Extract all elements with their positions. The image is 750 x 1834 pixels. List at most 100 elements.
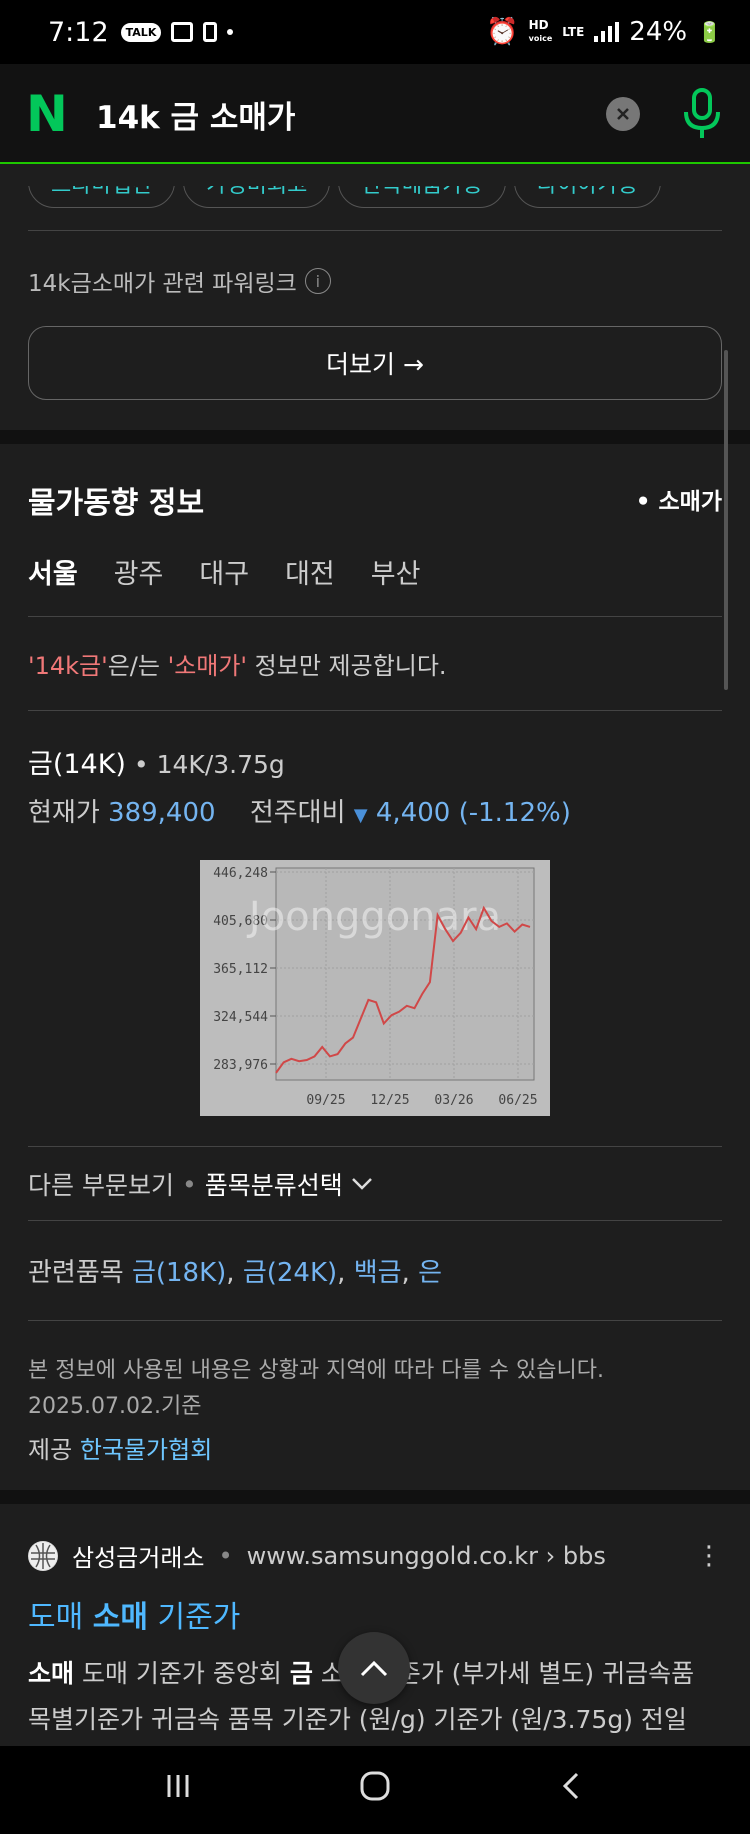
y-tick-label: 365,112 bbox=[213, 962, 268, 977]
related-items: 관련품목 금(18K), 금(24K), 백금, 은 bbox=[28, 1258, 442, 1288]
tab-seoul[interactable]: 서울 bbox=[28, 552, 78, 591]
provider-label: 제공 bbox=[28, 1436, 73, 1464]
category-select[interactable]: 품목분류선택 bbox=[205, 1166, 343, 1202]
close-icon bbox=[617, 108, 629, 120]
watermark: Joonggonara bbox=[246, 894, 501, 940]
keyword-chips: 드라마협찬 가성비최고 안쪽메뚬가능 다이아가능 bbox=[28, 186, 662, 208]
section-separator bbox=[0, 430, 750, 444]
snippet-bold: 금 bbox=[289, 1659, 313, 1688]
related-item-link[interactable]: 백금 bbox=[354, 1258, 402, 1288]
naver-logo[interactable]: N bbox=[26, 85, 74, 143]
download-icon bbox=[203, 22, 218, 42]
title-part: 소매 bbox=[92, 1600, 148, 1635]
y-tick-label: 324,544 bbox=[213, 1010, 268, 1025]
date-label: 2025.07.02.기준 bbox=[28, 1394, 202, 1419]
divider bbox=[28, 1220, 722, 1221]
recents-icon bbox=[167, 1775, 189, 1797]
notice-item: '14k금' bbox=[28, 652, 108, 680]
scrollbar[interactable] bbox=[724, 350, 728, 690]
gallery-icon bbox=[171, 22, 194, 42]
notice-text: 은/는 bbox=[107, 652, 168, 680]
x-tick-label: 03/26 bbox=[434, 1093, 473, 1108]
price-chart: 446,248 405,680 365,112 324,544 283,976 09/25… bbox=[200, 860, 550, 1116]
powerlink-label: 14k금소매가 관련 파워링크 i bbox=[28, 264, 331, 298]
price-type-label[interactable]: • 소매가 bbox=[636, 482, 722, 516]
tab-daegu[interactable]: 대구 bbox=[199, 552, 249, 591]
site-url: www.samsunggold.co.kr › bbs bbox=[246, 1541, 606, 1570]
other-view-label: 다른 부문보기 bbox=[28, 1171, 174, 1200]
result-source[interactable]: 삼성금거래소 • www.samsunggold.co.kr › bbs ⋮ bbox=[28, 1538, 722, 1573]
provider-line: 제공 한국물가협회 bbox=[28, 1430, 212, 1465]
site-name: 삼성금거래소 bbox=[72, 1544, 205, 1572]
alarm-icon: ⏰ bbox=[486, 17, 519, 47]
tab-gwangju[interactable]: 광주 bbox=[114, 552, 164, 591]
result-snippet: 목별기준가 귀금속 품목 기준가 (원/g) 기준가 (원/3.75g) 전일 bbox=[28, 1705, 687, 1734]
title-part: 기준가 bbox=[147, 1600, 241, 1635]
item-unit: • 14K/3.75g bbox=[125, 750, 285, 779]
snippet-text: 도매 기준가 중앙회 bbox=[74, 1659, 290, 1688]
kakaotalk-icon: TALK bbox=[120, 22, 162, 42]
price-chart-svg: 446,248405,680365,112324,544283,97609/25… bbox=[213, 866, 537, 1108]
x-tick-label: 12/25 bbox=[370, 1093, 409, 1108]
more-options-icon[interactable]: ⋮ bbox=[696, 1541, 722, 1571]
notice-type: '소매가' bbox=[167, 652, 248, 680]
divider bbox=[28, 616, 722, 617]
battery-percent: 24% bbox=[629, 17, 688, 47]
home-icon bbox=[360, 1771, 390, 1800]
clear-search-button[interactable] bbox=[606, 97, 640, 131]
chevron-down-icon bbox=[351, 1178, 372, 1190]
y-tick-label: 446,248 bbox=[213, 866, 268, 881]
site-favicon-icon bbox=[28, 1540, 58, 1571]
lte-icon: LTE bbox=[562, 25, 585, 39]
status-bar: 7:12 TALK ⏰ HD voice LTE 24% 🔋 bbox=[0, 0, 750, 64]
related-label: 관련품목 bbox=[28, 1258, 124, 1288]
recent-apps-button[interactable] bbox=[148, 1770, 208, 1810]
navigation-bar bbox=[0, 1746, 750, 1834]
chevron-up-icon bbox=[360, 1660, 388, 1677]
city-tabs: 서울 광주 대구 대전 부산 bbox=[28, 552, 420, 591]
divider bbox=[28, 1146, 722, 1147]
hd-voice-icon: HD voice bbox=[528, 18, 553, 43]
info-icon[interactable]: i bbox=[304, 268, 331, 294]
section-separator bbox=[0, 1490, 750, 1504]
tab-busan[interactable]: 부산 bbox=[371, 552, 421, 591]
compare-label: 전주대비 bbox=[249, 798, 346, 828]
x-tick-label: 09/25 bbox=[306, 1093, 345, 1108]
related-item-link[interactable]: 은 bbox=[418, 1258, 442, 1288]
divider bbox=[28, 710, 722, 711]
item-title: 금(14K) • 14K/3.75g bbox=[28, 742, 285, 781]
back-button[interactable] bbox=[542, 1770, 602, 1810]
home-button[interactable] bbox=[345, 1770, 405, 1811]
y-tick-label: 283,976 bbox=[213, 1058, 268, 1073]
disclaimer: 본 정보에 사용된 내용은 상황과 지역에 따라 다를 수 있습니다. bbox=[28, 1358, 604, 1383]
item-name: 금(14K) bbox=[28, 749, 126, 780]
voice-search-button[interactable] bbox=[680, 86, 724, 142]
other-view-row[interactable]: 다른 부문보기 • 품목분류선택 bbox=[28, 1166, 373, 1202]
provider-link[interactable]: 한국물가협회 bbox=[80, 1436, 212, 1464]
more-button[interactable]: 더보기 → bbox=[28, 326, 722, 400]
down-arrow-icon: ▼ bbox=[353, 805, 368, 826]
related-item-link[interactable]: 금(18K) bbox=[132, 1258, 226, 1288]
current-price: 389,400 bbox=[108, 798, 216, 828]
battery-charging-icon: 🔋 bbox=[697, 20, 722, 44]
header-content: N 14k 금 소매가 bbox=[26, 64, 724, 164]
info-notice: '14k금'은/는 '소매가' 정보만 제공합니다. bbox=[28, 646, 447, 681]
microphone-icon bbox=[684, 88, 720, 138]
back-icon bbox=[562, 1772, 578, 1800]
section-title: 물가동향 정보 bbox=[28, 486, 205, 521]
divider bbox=[28, 230, 722, 231]
x-tick-label: 06/25 bbox=[498, 1093, 537, 1108]
scroll-to-top-button[interactable] bbox=[338, 1632, 410, 1704]
more-notifications-icon bbox=[227, 29, 234, 35]
powerlink-text: 14k금소매가 관련 파워링크 bbox=[28, 271, 297, 297]
related-item-link[interactable]: 금(24K) bbox=[243, 1258, 337, 1288]
divider bbox=[28, 1320, 722, 1321]
search-query[interactable]: 14k 금 소매가 bbox=[96, 92, 606, 137]
notice-text: 정보만 제공합니다. bbox=[247, 652, 447, 680]
snippet-bold: 소매 bbox=[28, 1659, 75, 1688]
current-price-label: 현재가 bbox=[28, 798, 100, 828]
tab-daejeon[interactable]: 대전 bbox=[285, 552, 335, 591]
title-part: 도매 bbox=[28, 1600, 93, 1635]
clock: 7:12 bbox=[48, 16, 109, 48]
result-title[interactable]: 도매 소매 기준가 bbox=[28, 1592, 240, 1636]
